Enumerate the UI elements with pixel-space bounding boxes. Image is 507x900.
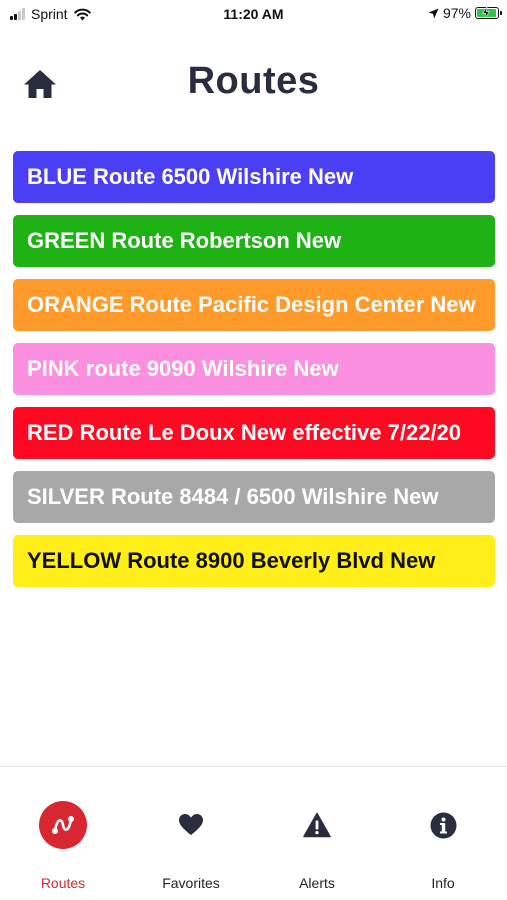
route-item-red[interactable]: RED Route Le Doux New effective 7/22/20 xyxy=(13,407,495,459)
alert-triangle-icon xyxy=(303,812,331,838)
tab-info[interactable]: Info xyxy=(388,799,498,899)
route-list: BLUE Route 6500 Wilshire New GREEN Route… xyxy=(13,151,495,599)
tab-label-routes: Routes xyxy=(40,875,86,891)
route-icon xyxy=(39,801,87,849)
location-arrow-icon xyxy=(428,8,439,18)
tab-routes-icon-wrap xyxy=(37,799,89,851)
route-label: PINK route 9090 Wilshire New xyxy=(27,356,339,381)
battery-percent: 97% xyxy=(442,5,471,21)
heart-icon xyxy=(179,814,203,835)
route-item-silver[interactable]: SILVER Route 8484 / 6500 Wilshire New xyxy=(13,471,495,523)
page-title: Routes xyxy=(187,60,320,102)
route-label: RED Route Le Doux New effective 7/22/20 xyxy=(27,420,462,445)
tab-routes[interactable]: Routes xyxy=(8,799,118,899)
route-glyph xyxy=(52,816,74,834)
route-item-blue[interactable]: BLUE Route 6500 Wilshire New xyxy=(13,151,495,203)
tab-bar: Routes Favorites Alerts Info xyxy=(0,766,507,900)
battery-charging-icon xyxy=(475,6,502,19)
route-item-pink[interactable]: PINK route 9090 Wilshire New xyxy=(13,343,495,395)
route-label: ORANGE Route Pacific Design Center New xyxy=(27,292,476,317)
status-bar: Sprint 11:20 AM 97% xyxy=(0,0,507,30)
route-label: GREEN Route Robertson New xyxy=(27,228,342,253)
status-right: 97% xyxy=(428,5,502,21)
routes-screen: Sprint 11:20 AM 97% Routes BLUE Route 65… xyxy=(0,0,507,900)
tab-favorites-icon-wrap xyxy=(165,799,217,851)
header: Routes xyxy=(0,52,507,116)
info-icon xyxy=(430,812,456,838)
route-label: BLUE Route 6500 Wilshire New xyxy=(27,164,354,189)
tab-label-alerts: Alerts xyxy=(299,875,335,891)
tab-label-favorites: Favorites xyxy=(162,875,220,891)
route-label: YELLOW Route 8900 Beverly Blvd New xyxy=(27,548,436,573)
tab-label-info: Info xyxy=(431,875,455,891)
route-item-orange[interactable]: ORANGE Route Pacific Design Center New xyxy=(13,279,495,331)
route-label: SILVER Route 8484 / 6500 Wilshire New xyxy=(27,484,439,509)
route-item-green[interactable]: GREEN Route Robertson New xyxy=(13,215,495,267)
tab-alerts-icon-wrap xyxy=(291,799,343,851)
tab-favorites[interactable]: Favorites xyxy=(136,799,246,899)
route-item-yellow[interactable]: YELLOW Route 8900 Beverly Blvd New xyxy=(13,535,495,587)
bolt-icon xyxy=(482,6,490,19)
tab-alerts[interactable]: Alerts xyxy=(262,799,372,899)
tab-info-icon-wrap xyxy=(417,799,469,851)
